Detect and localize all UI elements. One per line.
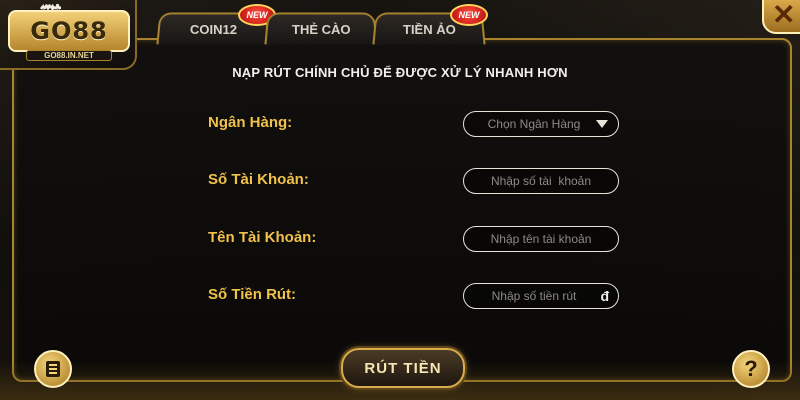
amount-label: Số Tiền Rút: (208, 286, 297, 303)
tab-label: TIỀN ẢO (402, 21, 456, 37)
account-name-field (463, 226, 619, 252)
logo-domain: GO88.IN.NET (26, 50, 112, 61)
withdraw-button[interactable]: RÚT TIỀN (341, 348, 465, 388)
tab-the-cao[interactable]: THẺ CÀO (264, 12, 378, 45)
menu-button[interactable] (34, 350, 72, 388)
withdraw-panel (12, 38, 792, 382)
logo-badge: GO88 (8, 10, 130, 52)
help-button[interactable]: ? (732, 350, 770, 388)
bank-select[interactable]: Chọn Ngân Hàng (463, 111, 619, 137)
bank-label: Ngân Hàng: (208, 114, 293, 131)
amount-input[interactable] (472, 288, 596, 304)
logo-brand: GO88 (30, 17, 108, 45)
page-title: NẠP RÚT CHÍNH CHỦ ĐỂ ĐƯỢC XỬ LÝ NHANH HƠ… (232, 65, 568, 80)
account-name-input[interactable] (474, 231, 608, 247)
chevron-down-icon (596, 120, 608, 128)
menu-icon (46, 361, 60, 377)
currency-symbol: đ (600, 288, 609, 304)
close-button[interactable]: ✕ (762, 0, 800, 34)
new-badge: NEW (450, 4, 488, 26)
account-number-field (463, 168, 619, 194)
tab-label: THẺ CÀO (291, 21, 351, 37)
account-number-input[interactable] (474, 173, 608, 189)
logo: ♠♥♦♣ GO88 GO88.IN.NET (0, 0, 137, 70)
account-name-label: Tên Tài Khoản: (208, 229, 317, 246)
account-number-label: Số Tài Khoản: (208, 171, 309, 188)
help-icon: ? (744, 356, 758, 381)
tab-label: COIN12 (189, 21, 237, 37)
bank-select-value: Chọn Ngân Hàng (487, 117, 581, 131)
close-icon: ✕ (772, 0, 796, 30)
amount-field: đ (463, 283, 619, 309)
